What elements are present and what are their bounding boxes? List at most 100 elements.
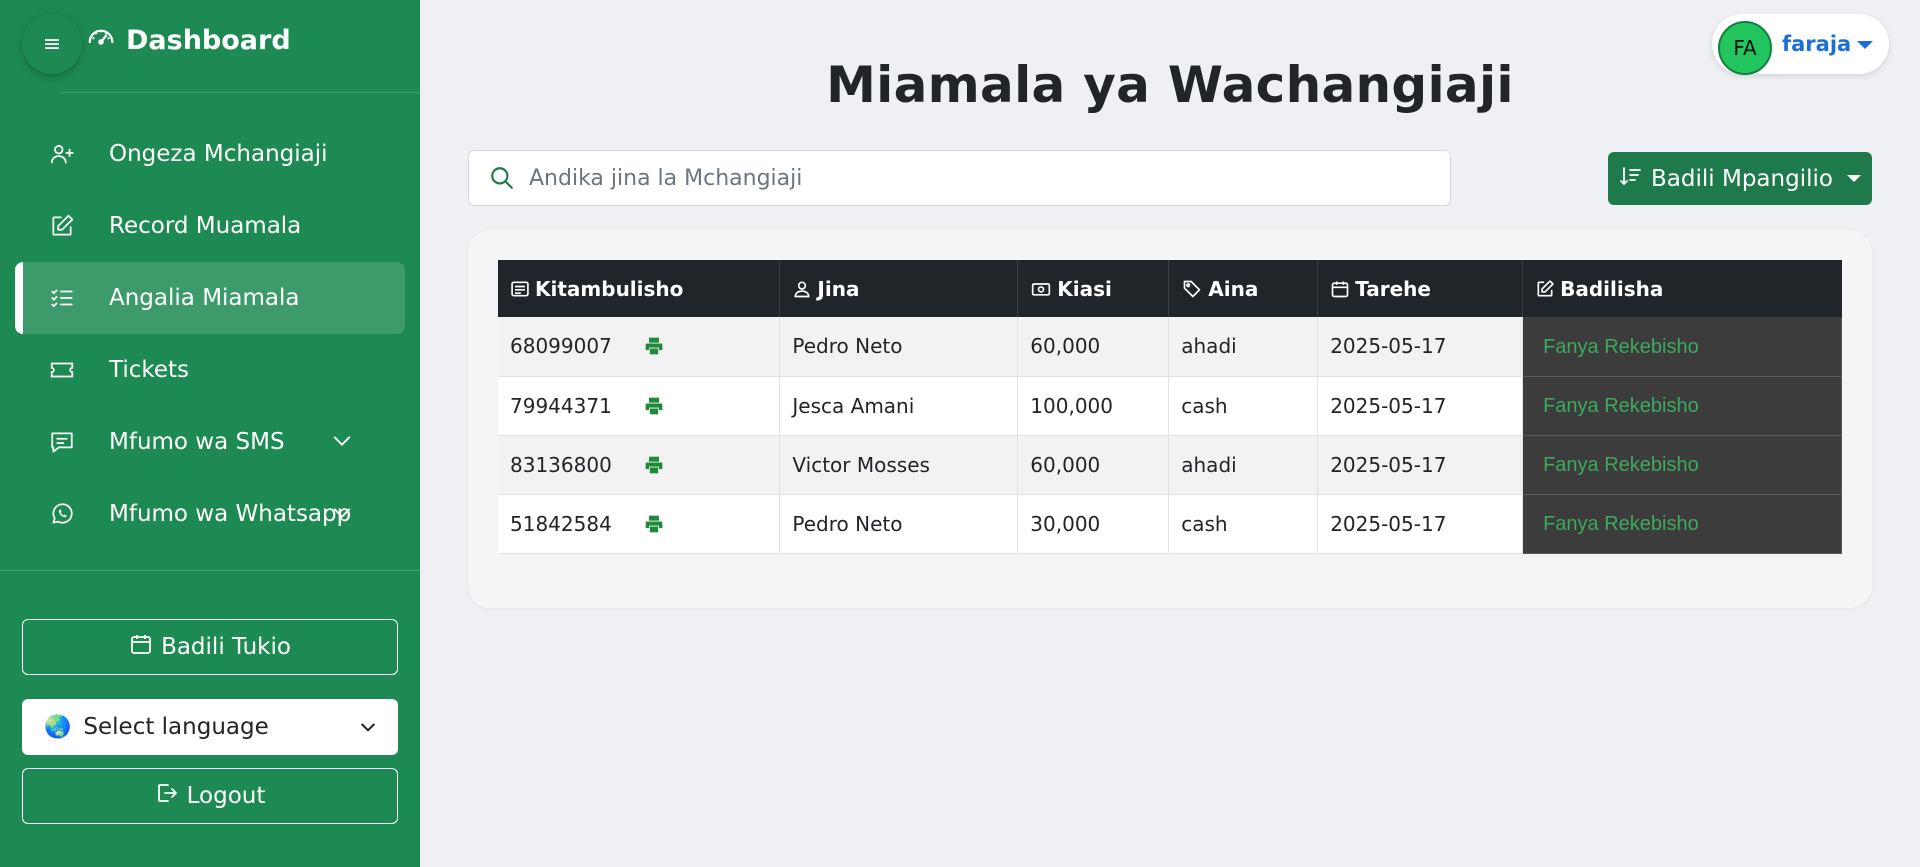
cell-edit: Fanya Rekebisho [1522, 317, 1842, 377]
edit-link[interactable]: Fanya Rekebisho [1535, 513, 1699, 535]
chat-icon [47, 429, 77, 455]
caret-down-icon [1846, 175, 1861, 182]
id-card-icon [510, 279, 530, 299]
printer-icon[interactable] [644, 396, 664, 416]
edit-link[interactable]: Fanya Rekebisho [1535, 336, 1699, 358]
cell-type: cash [1168, 494, 1319, 554]
sidebar-item-label: Angalia Miamala [109, 285, 300, 311]
sidebar-item-ongeza-mchangiaji[interactable]: Ongeza Mchangiaji [15, 118, 405, 190]
cell-edit: Fanya Rekebisho [1522, 376, 1842, 436]
cell-date: 2025-05-17 [1317, 494, 1524, 554]
person-icon [792, 279, 812, 299]
transaction-id: 83136800 [510, 452, 612, 477]
sidebar-item-mfumo-wa-whatsapp[interactable]: Mfumo wa Whatsapp [15, 478, 405, 550]
cell-amount: 30,000 [1017, 494, 1170, 554]
search-input[interactable] [529, 165, 1409, 191]
cell-amount: 60,000 [1017, 435, 1170, 495]
column-header-kiasi[interactable]: Kiasi [1017, 260, 1170, 317]
cell-amount: 100,000 [1017, 376, 1170, 436]
cell-name: Jesca Amani [779, 376, 1019, 436]
sort-dropdown-button[interactable]: Badili Mpangilio [1608, 152, 1872, 205]
sort-label: Badili Mpangilio [1651, 165, 1833, 192]
edit-link[interactable]: Fanya Rekebisho [1535, 454, 1699, 476]
brand[interactable]: Dashboard [86, 22, 291, 59]
transaction-id: 51842584 [510, 511, 612, 536]
transaction-id: 79944371 [510, 393, 612, 418]
cell-edit: Fanya Rekebisho [1522, 435, 1842, 495]
column-label: Tarehe [1355, 276, 1431, 301]
sidebar-item-label: Mfumo wa Whatsapp [109, 501, 352, 527]
sidebar: ≡ Dashboard Ongeza Mchangiaji Record Mua… [0, 0, 420, 867]
column-label: Kitambulisho [535, 276, 684, 301]
cell-edit: Fanya Rekebisho [1522, 494, 1842, 554]
column-header-jina[interactable]: Jina [779, 260, 1019, 317]
edit-icon [1535, 279, 1555, 299]
hamburger-menu-button[interactable]: ≡ [22, 14, 82, 74]
sidebar-item-record-muamala[interactable]: Record Muamala [15, 190, 405, 262]
sidebar-item-angalia-miamala[interactable]: Angalia Miamala [15, 262, 405, 334]
column-header-tarehe[interactable]: Tarehe [1317, 260, 1524, 317]
user-menu[interactable]: FA faraja [1712, 14, 1889, 75]
chevron-down-icon[interactable] [331, 430, 353, 458]
cell-id: 68099007 [498, 317, 781, 377]
transactions-table: Kitambulisho Jina Kiasi Aina Tarehe Badi… [498, 260, 1842, 554]
language-select-label: Select language [83, 714, 269, 740]
transactions-card: Kitambulisho Jina Kiasi Aina Tarehe Badi… [468, 230, 1872, 608]
speedometer-icon [86, 22, 116, 59]
sidebar-item-mfumo-wa-sms[interactable]: Mfumo wa SMS [15, 406, 405, 478]
sidebar-item-label: Mfumo wa SMS [109, 429, 285, 455]
logout-button[interactable]: Logout [22, 768, 398, 824]
table-row: 68099007 Pedro Neto 60,000 ahadi 2025-05… [498, 317, 1842, 377]
change-event-button[interactable]: Badili Tukio [22, 619, 398, 675]
brand-title: Dashboard [126, 25, 291, 56]
printer-icon[interactable] [644, 336, 664, 356]
table-row: 79944371 Jesca Amani 100,000 cash 2025-0… [498, 376, 1842, 436]
calendar-icon [129, 632, 153, 662]
column-label: Aina [1208, 276, 1259, 301]
cash-icon [1030, 279, 1052, 299]
sidebar-item-label: Record Muamala [109, 213, 302, 239]
globe-icon: 🌏 [44, 714, 72, 740]
cell-type: ahadi [1168, 317, 1319, 377]
calendar-icon [1330, 279, 1350, 299]
cell-type: ahadi [1168, 435, 1319, 495]
change-event-label: Badili Tukio [161, 634, 291, 660]
sort-icon [1619, 164, 1643, 194]
avatar: FA [1718, 21, 1772, 75]
edit-link[interactable]: Fanya Rekebisho [1535, 395, 1699, 417]
printer-icon[interactable] [644, 455, 664, 475]
language-select[interactable]: 🌏 Select language [22, 699, 398, 755]
column-label: Badilisha [1560, 276, 1664, 301]
column-label: Jina [817, 276, 860, 301]
table-row: 51842584 Pedro Neto 30,000 cash 2025-05-… [498, 494, 1842, 554]
column-header-aina[interactable]: Aina [1168, 260, 1319, 317]
header-divider [60, 92, 420, 93]
caret-down-icon [1857, 41, 1873, 49]
cell-date: 2025-05-17 [1317, 376, 1524, 436]
chevron-down-icon[interactable] [331, 502, 353, 530]
logout-label: Logout [186, 783, 266, 809]
hamburger-icon: ≡ [42, 31, 62, 57]
list-check-icon [47, 285, 77, 311]
tags-icon [1181, 279, 1203, 299]
cell-amount: 60,000 [1017, 317, 1170, 377]
sidebar-divider [0, 570, 420, 571]
printer-icon[interactable] [644, 514, 664, 534]
cell-date: 2025-05-17 [1317, 435, 1524, 495]
column-header-kitambulisho[interactable]: Kitambulisho [498, 260, 781, 317]
cell-id: 79944371 [498, 376, 781, 436]
page-title: Miamala ya Wachangiaji [826, 56, 1514, 114]
cell-type: cash [1168, 376, 1319, 436]
transaction-id: 68099007 [510, 334, 612, 359]
sidebar-item-label: Ongeza Mchangiaji [109, 141, 328, 167]
cell-id: 51842584 [498, 494, 781, 554]
whatsapp-icon [47, 501, 77, 527]
table-row: 83136800 Victor Mosses 60,000 ahadi 2025… [498, 435, 1842, 495]
ticket-icon [47, 357, 77, 383]
column-label: Kiasi [1057, 276, 1112, 301]
sidebar-item-label: Tickets [109, 357, 190, 383]
sidebar-item-tickets[interactable]: Tickets [15, 334, 405, 406]
cell-date: 2025-05-17 [1317, 317, 1524, 377]
sidebar-nav: Ongeza Mchangiaji Record Muamala Angalia… [0, 118, 420, 550]
column-header-badilisha[interactable]: Badilisha [1522, 260, 1842, 317]
